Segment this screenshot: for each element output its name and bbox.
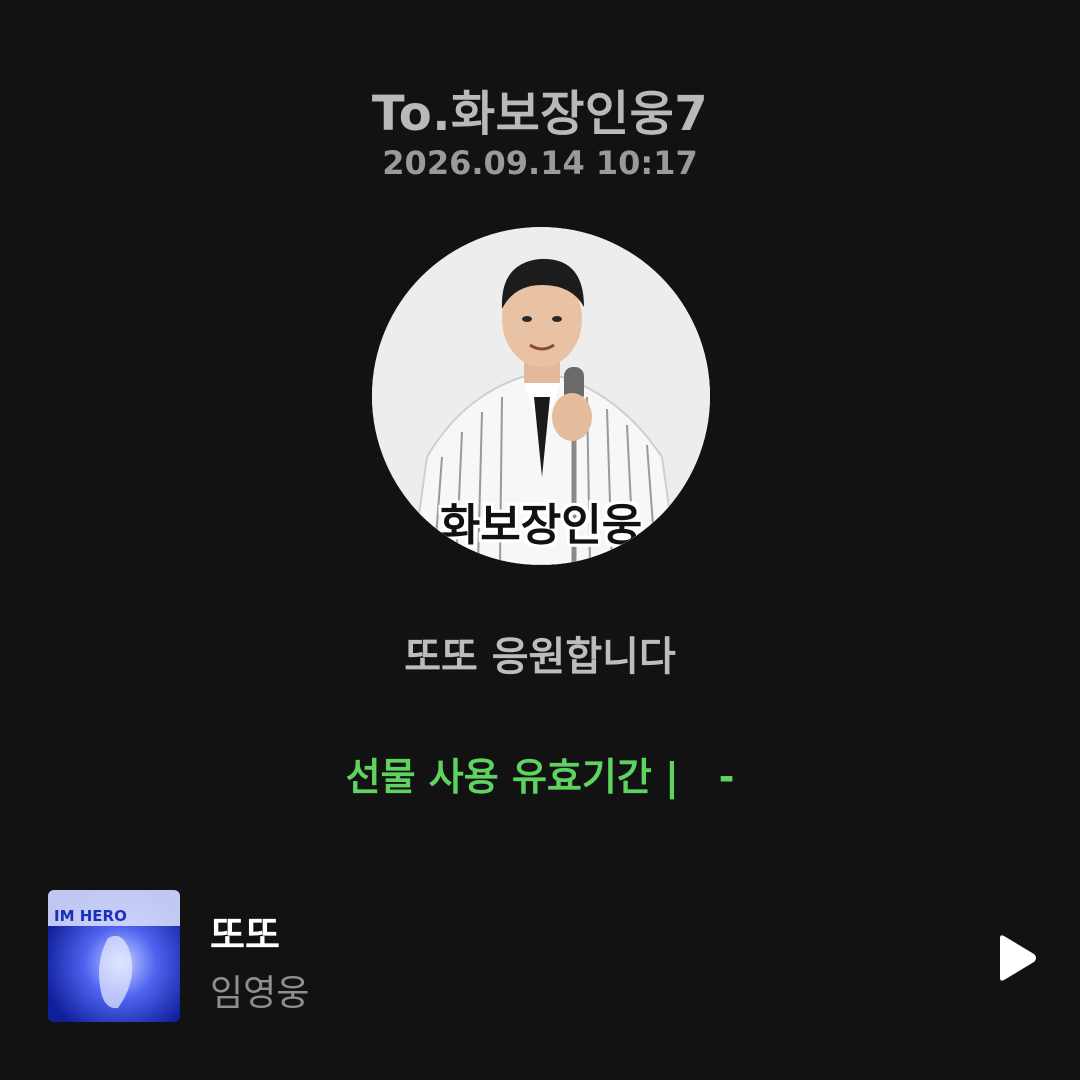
play-icon — [1000, 935, 1036, 981]
song-player[interactable]: IM HERO 또또 임영웅 — [48, 890, 1048, 1024]
song-title: 또또 — [210, 913, 280, 957]
gift-timestamp: 2026.09.14 10:17 — [382, 144, 698, 182]
album-cover-image: IM HERO — [48, 890, 180, 1022]
avatar-caption: 화보장인웅 — [439, 500, 643, 551]
album-art[interactable]: IM HERO — [48, 890, 180, 1022]
play-button[interactable] — [994, 934, 1038, 982]
profile-avatar: 화보장인웅 — [372, 227, 710, 565]
gift-detail-screen: To.화보장인웅7 2026.09.14 10:17 화보장인웅 또또 응원합니… — [0, 0, 1080, 1080]
song-artist: 임영웅 — [210, 973, 310, 1014]
recipient-title: To.화보장인웅7 — [371, 86, 709, 142]
album-cover-text: IM HERO — [54, 907, 127, 925]
gift-message: 또또 응원합니다 — [404, 634, 676, 680]
gift-validity-period: 선물 사용 유효기간 | - — [345, 755, 735, 799]
